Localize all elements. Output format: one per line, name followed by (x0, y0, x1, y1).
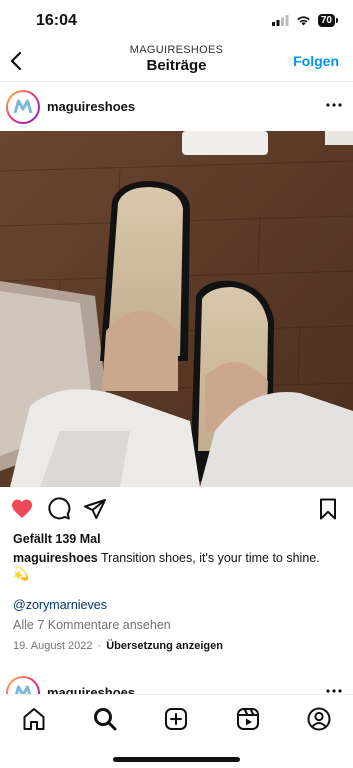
status-icons: 70 (271, 14, 339, 27)
next-post-header: maguireshoes (0, 674, 353, 696)
wifi-icon (297, 16, 310, 26)
brand-logo-icon (13, 99, 33, 114)
mention-link[interactable]: @zorymarnieves (13, 598, 107, 612)
post-date: 19. August 2022 (13, 640, 93, 652)
more-horizontal-icon[interactable] (325, 100, 343, 110)
post-photo[interactable] (0, 131, 353, 487)
status-time: 16:04 (36, 12, 77, 29)
comment-icon[interactable] (47, 497, 71, 521)
avatar[interactable] (6, 90, 40, 124)
profile-icon[interactable] (306, 706, 332, 732)
avatar-logo (8, 92, 38, 122)
post-meta: 19. August 2022 · Übersetzung anzeigen (13, 640, 223, 652)
cellular-signal-icon (271, 15, 289, 26)
create-icon[interactable] (163, 706, 189, 732)
like-count[interactable]: Gefällt 139 Mal (13, 532, 101, 546)
status-bar: 16:04 70 (0, 0, 353, 42)
see-translation-link[interactable]: Übersetzung anzeigen (106, 640, 223, 652)
reels-icon[interactable] (235, 706, 261, 732)
post-caption: maguireshoes Transition shoes, it's your… (13, 550, 343, 582)
search-icon[interactable] (92, 706, 118, 732)
top-nav: MAGUIRESHOES Beiträge Folgen (0, 42, 353, 82)
caption-text: Transition shoes, it's your time to shin… (97, 551, 320, 565)
home-icon[interactable] (21, 706, 47, 732)
home-indicator (113, 757, 240, 762)
avatar[interactable] (6, 676, 40, 696)
post-header: maguireshoes (0, 88, 353, 128)
bookmark-icon[interactable] (316, 497, 340, 521)
send-icon[interactable] (83, 497, 107, 521)
view-comments-link[interactable]: Alle 7 Kommentare ansehen (13, 618, 171, 632)
caption-username[interactable]: maguireshoes (13, 551, 98, 565)
heart-icon[interactable] (10, 497, 34, 521)
post-actions (0, 495, 353, 525)
shoes-photo-illustration (0, 131, 353, 487)
meta-separator: · (97, 640, 102, 652)
follow-button[interactable]: Folgen (293, 53, 339, 69)
battery-indicator: 70 (317, 14, 339, 27)
caption-emoji: 💫 (13, 566, 30, 581)
post-username[interactable]: maguireshoes (47, 99, 135, 114)
